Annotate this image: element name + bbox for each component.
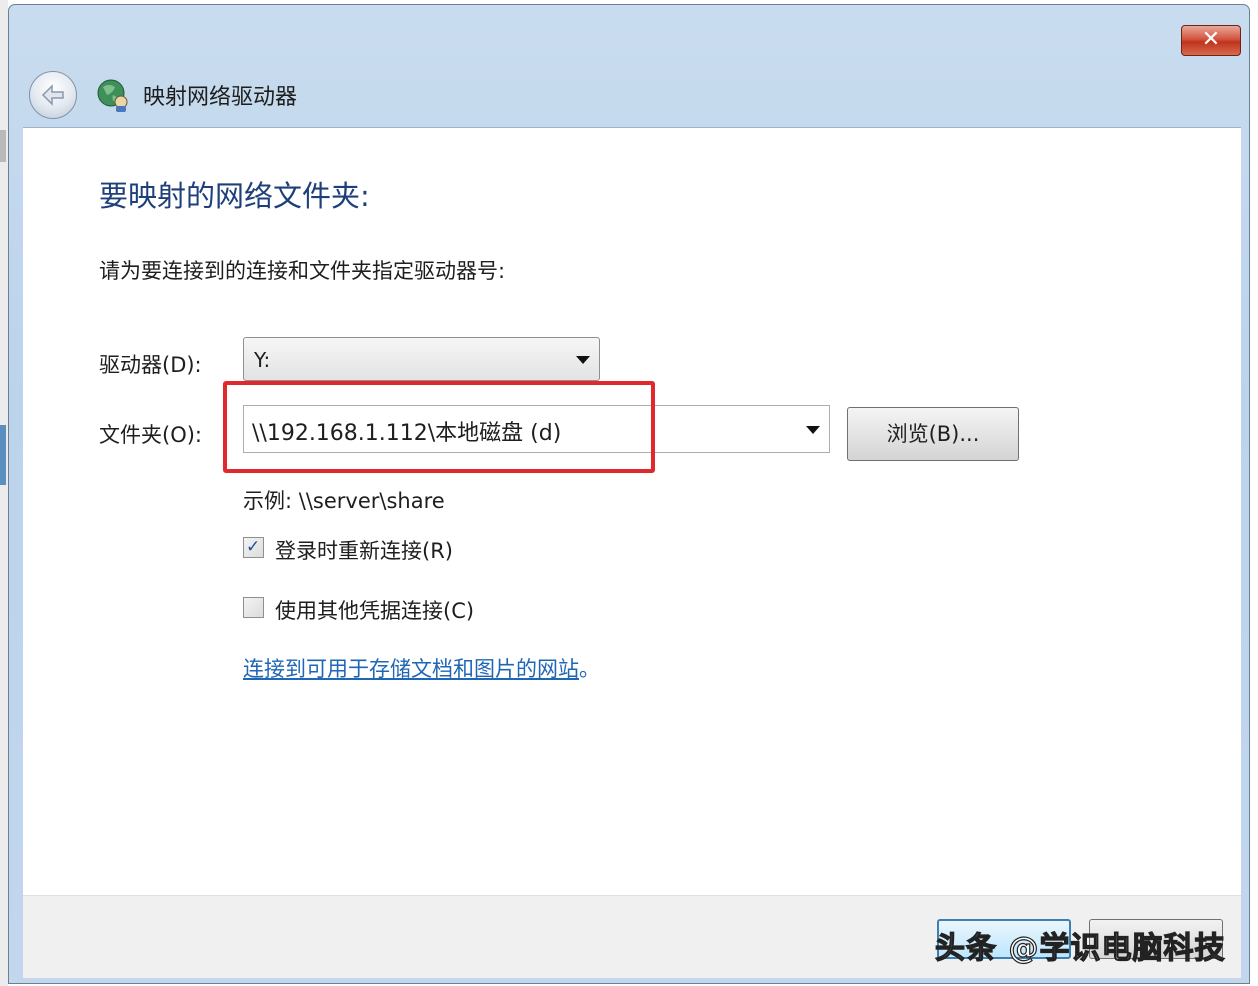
reconnect-checkbox[interactable]: ✓ <box>243 537 264 558</box>
chevron-down-icon[interactable] <box>576 356 590 364</box>
drive-label: 驱动器(D): <box>99 353 202 377</box>
reconnect-label[interactable]: 登录时重新连接(R) <box>275 535 453 565</box>
background-mark <box>0 425 6 485</box>
back-arrow-icon <box>41 84 64 106</box>
background-mark <box>0 130 6 162</box>
drive-value: Y: <box>254 348 271 372</box>
close-button[interactable]: ✕ <box>1181 25 1241 56</box>
browse-button[interactable]: 浏览(B)... <box>847 407 1019 461</box>
link-suffix: 。 <box>579 657 600 681</box>
window-title: 映射网络驱动器 <box>143 85 298 110</box>
content-area <box>23 127 1241 896</box>
storage-website-link[interactable]: 连接到可用于存储文档和图片的网站 <box>243 657 579 681</box>
checkmark-icon: ✓ <box>246 537 261 557</box>
page-heading: 要映射的网络文件夹: <box>99 179 370 213</box>
storage-website-link-row: 连接到可用于存储文档和图片的网站。 <box>243 653 600 683</box>
highlight-annotation <box>223 381 655 473</box>
instruction-text: 请为要连接到的连接和文件夹指定驱动器号: <box>99 259 506 283</box>
network-drive-icon <box>97 79 128 112</box>
map-network-drive-dialog: ✕ 映射网络驱动器 要映射的网络文件夹: 请为要连接到的连接和文件夹指定驱动器号… <box>8 4 1250 984</box>
chevron-down-icon[interactable] <box>806 426 820 434</box>
watermark-text: 头条 @学识电脑科技 <box>934 930 1226 966</box>
back-button[interactable] <box>29 71 77 119</box>
other-credentials-checkbox[interactable] <box>243 597 264 618</box>
example-text: 示例: \\server\share <box>243 489 445 513</box>
background-window-edge <box>0 0 8 986</box>
folder-label: 文件夹(O): <box>99 423 202 447</box>
other-credentials-label[interactable]: 使用其他凭据连接(C) <box>275 595 474 625</box>
drive-select[interactable]: Y: <box>243 337 600 381</box>
